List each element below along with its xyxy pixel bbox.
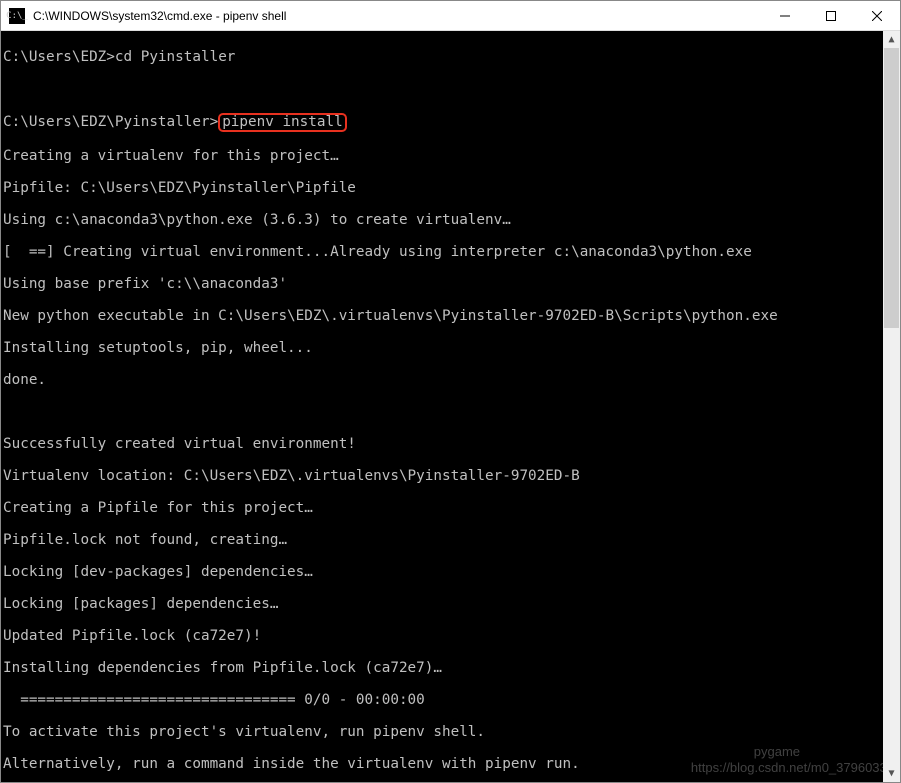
terminal-line: Using base prefix 'c:\\anaconda3': [3, 276, 900, 292]
terminal-line: [3, 81, 900, 97]
terminal-line: Creating a virtualenv for this project…: [3, 148, 900, 164]
terminal-line: [3, 404, 900, 420]
terminal-line: Virtualenv location: C:\Users\EDZ\.virtu…: [3, 468, 900, 484]
terminal-line: Locking [dev-packages] dependencies…: [3, 564, 900, 580]
terminal-line: Installing dependencies from Pipfile.loc…: [3, 660, 900, 676]
terminal-line: Successfully created virtual environment…: [3, 436, 900, 452]
scroll-thumb[interactable]: [884, 48, 899, 328]
terminal-line: Updated Pipfile.lock (ca72e7)!: [3, 628, 900, 644]
command-text: cd Pyinstaller: [115, 49, 236, 65]
close-icon: [872, 11, 882, 21]
terminal-line: Pipfile.lock not found, creating…: [3, 532, 900, 548]
terminal-line: [ ==] Creating virtual environment...Alr…: [3, 244, 900, 260]
terminal-line: Creating a Pipfile for this project…: [3, 500, 900, 516]
highlighted-command: pipenv install: [218, 113, 347, 132]
terminal-line: done.: [3, 372, 900, 388]
titlebar[interactable]: C:\_ C:\WINDOWS\system32\cmd.exe - pipen…: [1, 1, 900, 31]
terminal-line: ================================ 0/0 - 0…: [3, 692, 900, 708]
window-controls: [762, 1, 900, 30]
close-button[interactable]: [854, 1, 900, 30]
minimize-button[interactable]: [762, 1, 808, 30]
terminal-line: New python executable in C:\Users\EDZ\.v…: [3, 308, 900, 324]
watermark-text: pygame: [754, 744, 800, 760]
terminal-line: Using c:\anaconda3\python.exe (3.6.3) to…: [3, 212, 900, 228]
terminal-line: C:\Users\EDZ\Pyinstaller>pipenv install: [3, 113, 900, 132]
terminal-line: To activate this project's virtualenv, r…: [3, 724, 900, 740]
window-title: C:\WINDOWS\system32\cmd.exe - pipenv she…: [33, 9, 762, 23]
prompt: C:\Users\EDZ>: [3, 49, 115, 65]
terminal-content[interactable]: C:\Users\EDZ>cd Pyinstaller C:\Users\EDZ…: [1, 31, 900, 782]
cmd-icon: C:\_: [9, 8, 25, 24]
watermark: https://blog.csdn.net/m0_37960338: [691, 760, 894, 776]
maximize-icon: [826, 11, 836, 21]
minimize-icon: [780, 11, 790, 21]
scrollbar[interactable]: ▲ ▼: [883, 31, 900, 782]
prompt: C:\Users\EDZ\Pyinstaller>: [3, 114, 218, 130]
terminal-line: Pipfile: C:\Users\EDZ\Pyinstaller\Pipfil…: [3, 180, 900, 196]
scroll-up-icon[interactable]: ▲: [883, 31, 900, 48]
terminal-line: C:\Users\EDZ>cd Pyinstaller: [3, 49, 900, 65]
terminal-line: Locking [packages] dependencies…: [3, 596, 900, 612]
terminal-line: Installing setuptools, pip, wheel...: [3, 340, 900, 356]
maximize-button[interactable]: [808, 1, 854, 30]
window-frame: C:\_ C:\WINDOWS\system32\cmd.exe - pipen…: [0, 0, 901, 783]
scroll-down-icon[interactable]: ▼: [883, 765, 900, 782]
